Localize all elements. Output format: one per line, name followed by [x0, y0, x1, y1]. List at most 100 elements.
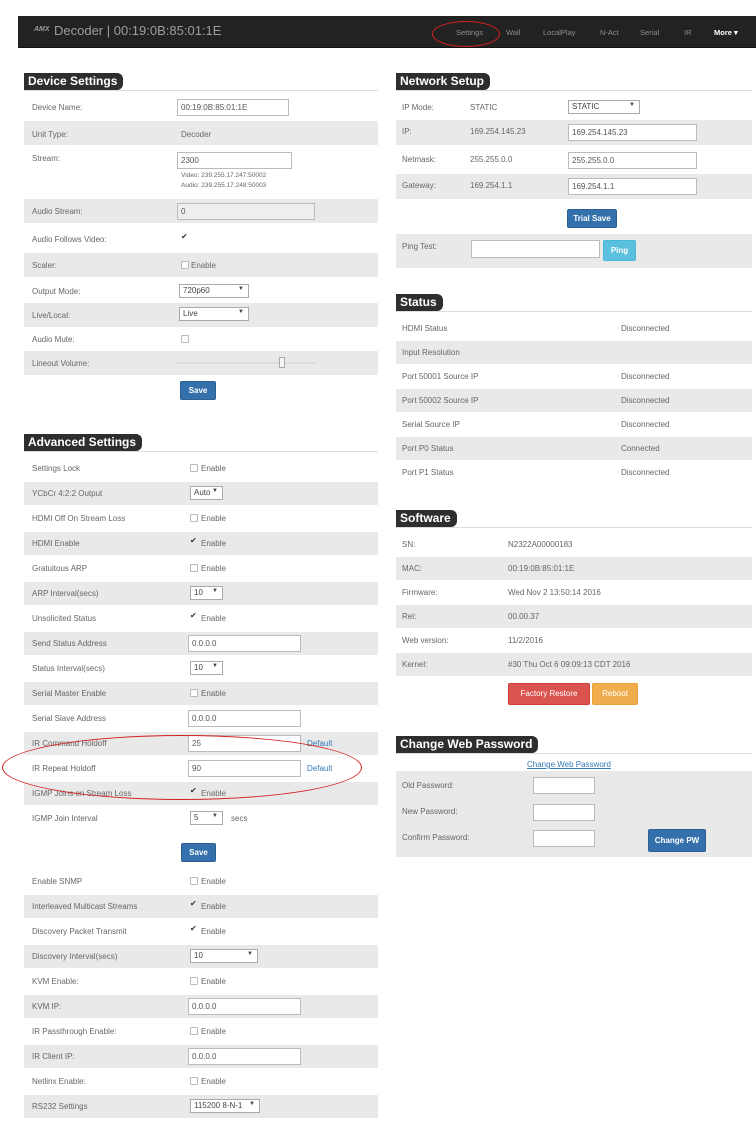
change-pw-button[interactable]: Change PW: [648, 829, 706, 852]
new-password-input[interactable]: [533, 804, 595, 821]
ir-passthrough-enable-checkbox[interactable]: [190, 1027, 198, 1035]
chevron-down-icon: ▼: [238, 286, 244, 292]
status-interval-secs-select[interactable]: 10 ▼: [190, 661, 223, 675]
netmask-input[interactable]: 255.255.0.0: [568, 152, 697, 169]
device-save-button[interactable]: Save: [180, 381, 216, 400]
chevron-down-icon: ▼: [247, 951, 253, 957]
gateway-input[interactable]: 169.254.1.1: [568, 178, 697, 195]
nav-n-act[interactable]: N-Act: [600, 28, 619, 37]
hdmi-enable-checkbox[interactable]: [190, 536, 198, 547]
unsolicited-status-checkbox[interactable]: [190, 611, 198, 622]
trial-save-button[interactable]: Trial Save: [567, 209, 617, 228]
top-navbar: AMX Decoder | 00:19:0B:85:01:1E Settings…: [18, 16, 756, 48]
output-mode-select[interactable]: 720p60 ▼: [179, 284, 249, 298]
row-arp-interval-secs: ARP Interval(secs) 10 ▼: [24, 582, 378, 605]
netlinx-enable-checkbox[interactable]: [190, 1077, 198, 1085]
nav-more-dropdown[interactable]: More ▾: [714, 28, 738, 37]
netlinx-enable-enable-label: Enable: [201, 1077, 226, 1086]
nav-ir[interactable]: IR: [684, 28, 692, 37]
advanced-save-button[interactable]: Save: [181, 843, 216, 862]
software-row-kernel: Kernel: #30 Thu Oct 6 09:09:13 CDT 2016: [396, 653, 752, 676]
firmware-label: Firmware:: [402, 588, 438, 597]
arp-interval-secs-select[interactable]: 10 ▼: [190, 586, 223, 600]
confirm-password-input[interactable]: [533, 830, 595, 847]
ping-button[interactable]: Ping: [603, 240, 636, 261]
lineout-volume-track: [177, 362, 317, 364]
discovery-packet-transmit-checkbox[interactable]: [190, 924, 198, 935]
hdmi-off-on-stream-loss-enable-label: Enable: [201, 514, 226, 523]
serial-master-enable-checkbox[interactable]: [190, 689, 198, 697]
kvm-ip-input[interactable]: 0.0.0.0: [188, 998, 301, 1015]
kvm-enable-checkbox[interactable]: [190, 977, 198, 985]
row-netmask: Netmask: 255.255.0.0 255.255.0.0: [396, 148, 752, 173]
stream-audio-address: Audio: 239.255.17.248:50003: [181, 182, 267, 189]
ycbcr-4-2-2-output-value: Auto: [194, 488, 211, 497]
hdmi-enable-enable-label: Enable: [201, 539, 226, 548]
unsolicited-status-label: Unsolicited Status: [32, 614, 97, 623]
kvm-enable-enable-label: Enable: [201, 977, 226, 986]
kernel-value: #30 Thu Oct 6 09:09:13 CDT 2016: [508, 660, 631, 669]
status-row-port-p1-status: Port P1 Status Disconnected: [396, 461, 752, 484]
hdmi-off-on-stream-loss-label: HDMI Off On Stream Loss: [32, 514, 126, 523]
nav-serial[interactable]: Serial: [640, 28, 659, 37]
stream-input[interactable]: 2300: [177, 152, 292, 169]
ip-mode-select[interactable]: STATIC ▼: [568, 100, 640, 114]
row-ip-mode: IP Mode: STATIC STATIC ▼: [396, 96, 752, 118]
status-title: Status: [396, 294, 443, 311]
software-row-rel: Rel: 00.00.37: [396, 605, 752, 628]
netlinx-enable-label: Netlinx Enable:: [32, 1077, 86, 1086]
gratuitous-arp-label: Gratuitous ARP: [32, 564, 88, 573]
row-rs232-settings: RS232 Settings 115200 8-N-1 ▼: [24, 1095, 378, 1118]
sn-label: SN:: [402, 540, 416, 549]
gratuitous-arp-checkbox[interactable]: [190, 564, 198, 572]
old-password-input[interactable]: [533, 777, 595, 794]
igmp-join-interval-select[interactable]: 5 ▼: [190, 811, 223, 825]
row-live-local: Live/Local: Live ▼: [24, 303, 378, 327]
factory-restore-button[interactable]: Factory Restore: [508, 683, 590, 705]
stream-video-address: Video: 239.255.17.247:50002: [181, 172, 267, 179]
advanced-settings-title: Advanced Settings: [24, 434, 143, 451]
send-status-address-input[interactable]: 0.0.0.0: [188, 635, 301, 652]
device-settings-title: Device Settings: [24, 73, 124, 90]
audio-stream-input[interactable]: 0: [177, 203, 315, 220]
audio-mute-checkbox[interactable]: [181, 335, 189, 343]
ip-input[interactable]: 169.254.145.23: [568, 124, 697, 141]
audio-follows-label: Audio Follows Video:: [32, 235, 107, 244]
row-ir-passthrough-enable: IR Passthrough Enable: Enable: [24, 1020, 378, 1043]
reboot-button[interactable]: Reboot: [592, 683, 638, 705]
nav-localplay[interactable]: LocalPlay: [543, 28, 576, 37]
nav-wall[interactable]: Wall: [506, 28, 520, 37]
audio-follows-checkbox[interactable]: [181, 232, 189, 243]
chevron-down-icon: ▼: [212, 663, 218, 669]
ycbcr-4-2-2-output-select[interactable]: Auto ▼: [190, 486, 223, 500]
ping-test-input[interactable]: [471, 240, 600, 258]
row-hdmi-enable: HDMI Enable Enable: [24, 532, 378, 555]
row-device-name: Device Name: 00:19:0B:85:01:1E: [24, 95, 378, 119]
ir-client-ip-input[interactable]: 0.0.0.0: [188, 1048, 301, 1065]
web-version-label: Web version:: [402, 636, 449, 645]
discovery-interval-secs-select[interactable]: 10 ▼: [190, 949, 258, 963]
confirm-password-label: Confirm Password:: [402, 833, 470, 842]
scaler-checkbox[interactable]: [181, 261, 189, 269]
interleaved-multicast-streams-checkbox[interactable]: [190, 899, 198, 910]
device-name-input[interactable]: 00:19:0B:85:01:1E: [177, 99, 289, 116]
output-mode-label: Output Mode:: [32, 287, 81, 296]
settings-lock-checkbox[interactable]: [190, 464, 198, 472]
rs232-settings-select[interactable]: 115200 8-N-1 ▼: [190, 1099, 260, 1113]
live-local-select[interactable]: Live ▼: [179, 307, 249, 321]
lineout-volume-slider[interactable]: [279, 357, 285, 368]
enable-snmp-checkbox[interactable]: [190, 877, 198, 885]
serial-slave-address-input[interactable]: 0.0.0.0: [188, 710, 301, 727]
serial-source-ip-value: Disconnected: [621, 420, 670, 429]
row-audio-stream: Audio Stream: 0: [24, 199, 378, 223]
gateway-label: Gateway:: [402, 181, 436, 190]
hdmi-off-on-stream-loss-checkbox[interactable]: [190, 514, 198, 522]
ip-value: 169.254.145.23: [470, 127, 526, 136]
settings-lock-label: Settings Lock: [32, 464, 81, 473]
live-local-label: Live/Local:: [32, 311, 71, 320]
change-web-password-link[interactable]: Change Web Password: [527, 760, 611, 769]
discovery-packet-transmit-enable-label: Enable: [201, 927, 226, 936]
status-row-port-50002-source-ip: Port 50002 Source IP Disconnected: [396, 389, 752, 412]
arp-interval-secs-label: ARP Interval(secs): [32, 589, 99, 598]
audio-stream-label: Audio Stream:: [32, 207, 83, 216]
